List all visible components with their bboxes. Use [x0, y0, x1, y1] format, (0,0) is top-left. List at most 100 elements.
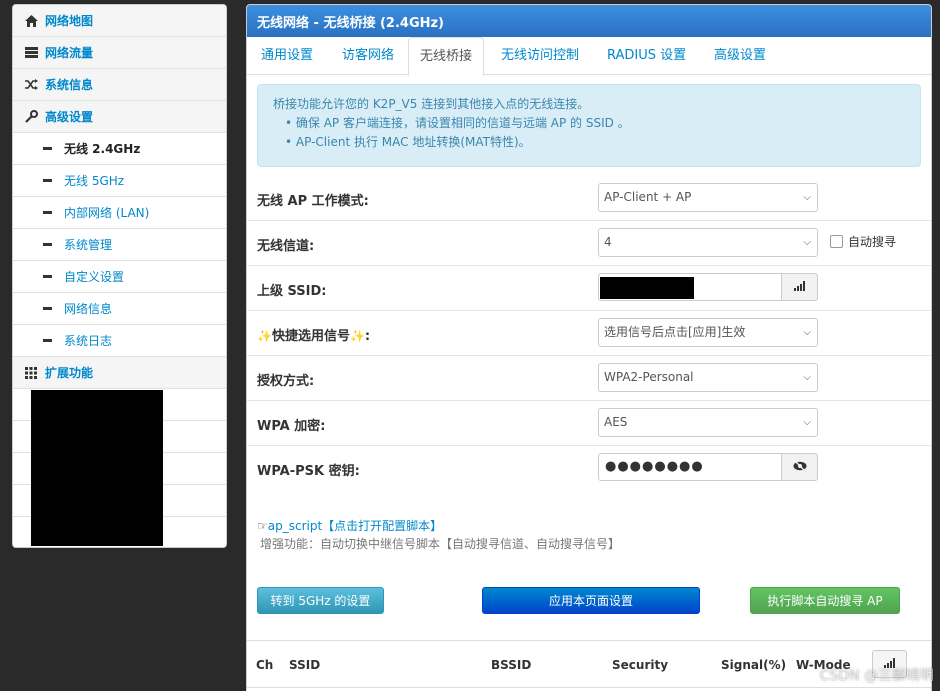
wpa-select-value: AES [604, 415, 628, 429]
psk-label: WPA-PSK 密钥: [257, 464, 360, 479]
info-alert: 桥接功能允许您的 K2P_V5 连接到其他接入点的无线连接。 确保 AP 客户端… [257, 84, 921, 167]
chevron-down-icon: ⌵ [803, 237, 811, 248]
psk-input[interactable]: ●●●●●●●● [598, 453, 782, 481]
panel-title: 无线网络 - 无线桥接 (2.4GHz) [247, 5, 931, 37]
script-description: 增强功能：自动切换中继信号脚本【自动搜寻信道、自动搜寻信号】 [260, 537, 621, 551]
quick-select-label: ✨快捷选用信号✨: [257, 325, 370, 344]
auto-search-checkbox-group: 自动搜寻 [830, 233, 896, 250]
mode-select-value: AP-Client + AP [604, 190, 692, 204]
auth-label: 授权方式: [257, 374, 315, 389]
quick-signal-value: 选用信号后点击[应用]生效 [604, 325, 746, 339]
quick-signal-select[interactable]: 选用信号后点击[应用]生效 ⌵ [598, 318, 818, 347]
sidebar-sub-system-admin[interactable]: 系统管理 [13, 229, 226, 261]
sidebar-item-extensions[interactable]: 扩展功能 [13, 357, 226, 389]
sidebar-sub-label: 自定义设置 [64, 270, 125, 284]
form-row-psk: WPA-PSK 密钥: ●●●●●●●● [247, 446, 931, 491]
dash-icon [43, 339, 52, 342]
mode-label: 无线 AP 工作模式: [257, 194, 369, 209]
sparkle-icon: ✨ [349, 329, 365, 343]
th-bssid: BSSID [491, 658, 532, 672]
sidebar-sub-lan[interactable]: 内部网络 (LAN) [13, 197, 226, 229]
redaction-block [600, 277, 694, 299]
th-security: Security [612, 658, 669, 672]
watermark: CSDN @三鬃晴明 [819, 668, 934, 684]
info-bullet: AP-Client 执行 MAC 地址转换(MAT特性)。 [285, 133, 905, 152]
signal-scan-button[interactable] [781, 273, 818, 301]
tab-bridge[interactable]: 无线桥接 [408, 37, 485, 76]
form-row-quick-select: ✨快捷选用信号✨: 选用信号后点击[应用]生效 ⌵ [247, 311, 931, 356]
sidebar-item-system-info[interactable]: 系统信息 [13, 69, 226, 101]
mode-select[interactable]: AP-Client + AP ⌵ [598, 183, 818, 212]
sidebar-item-label: 扩展功能 [45, 366, 94, 380]
info-bullet: 确保 AP 客户端连接，请设置相同的信道与远端 AP 的 SSID 。 [285, 114, 905, 133]
sidebar-item-label: 网络流量 [45, 46, 94, 60]
sidebar-sub-system-log[interactable]: 系统日志 [13, 325, 226, 357]
sidebar-sub-label: 系统管理 [64, 238, 113, 252]
auto-search-checkbox[interactable] [830, 235, 843, 248]
sidebar-sub-wireless-24[interactable]: 无线 2.4GHz [13, 133, 226, 165]
eye-slash-icon [793, 460, 807, 475]
ap-script-link[interactable]: ap_script【点击打开配置脚本】 [268, 519, 442, 533]
form-row-channel: 无线信道: 4 ⌵ 自动搜寻 [247, 221, 931, 266]
sidebar-sub-wireless-5[interactable]: 无线 5GHz [13, 165, 226, 197]
auto-search-label: 自动搜寻 [848, 235, 897, 249]
sidebar-sub-label: 内部网络 (LAN) [64, 206, 150, 220]
chevron-down-icon: ⌵ [803, 327, 811, 338]
quick-select-colon: : [364, 329, 371, 344]
sidebar-sub-label: 网络信息 [64, 302, 113, 316]
chevron-down-icon: ⌵ [803, 192, 811, 203]
form-row-wpa: WPA 加密: AES ⌵ [247, 401, 931, 446]
shuffle-icon [23, 78, 39, 92]
wrench-icon [23, 110, 39, 124]
apply-button[interactable]: 应用本页面设置 [482, 587, 700, 614]
sidebar-item-traffic[interactable]: 网络流量 [13, 37, 226, 69]
run-script-button[interactable]: 执行脚本自动搜寻 AP [750, 587, 900, 614]
dash-icon [43, 307, 52, 310]
tab-radius[interactable]: RADIUS 设置 [604, 37, 689, 75]
channel-select[interactable]: 4 ⌵ [598, 228, 818, 257]
channel-label: 无线信道: [257, 239, 315, 254]
sidebar-item-network-map[interactable]: 网络地图 [13, 5, 226, 37]
tab-bar: 通用设置 访客网络 无线桥接 无线访问控制 RADIUS 设置 高级设置 [247, 37, 931, 76]
quick-select-text: 快捷选用信号 [271, 329, 350, 344]
sidebar-item-label: 高级设置 [45, 110, 94, 124]
wpa-select[interactable]: AES ⌵ [598, 408, 818, 437]
tab-general[interactable]: 通用设置 [258, 37, 316, 75]
sidebar-item-label: 系统信息 [45, 78, 94, 92]
tab-guest[interactable]: 访客网络 [339, 37, 397, 75]
sidebar-sub-label: 系统日志 [64, 334, 113, 348]
signal-bars-icon [794, 280, 805, 295]
sidebar-sub-label: 无线 2.4GHz [64, 142, 141, 156]
dash-icon [43, 275, 52, 278]
auth-select-value: WPA2-Personal [604, 370, 694, 384]
tab-access-control[interactable]: 无线访问控制 [498, 37, 582, 75]
sidebar-sub-label: 无线 5GHz [64, 174, 125, 188]
sidebar-nav: 网络地图 网络流量 系统信息 高级设置 无线 2.4GHz 无线 5GHz 内部… [12, 4, 227, 548]
redaction-block [31, 390, 163, 546]
home-icon [23, 14, 39, 28]
dash-icon [43, 179, 52, 182]
form-row-ssid: 上级 SSID: [247, 266, 931, 311]
sidebar-sub-custom[interactable]: 自定义设置 [13, 261, 226, 293]
toggle-password-button[interactable] [781, 453, 818, 481]
dash-icon [43, 243, 52, 246]
sidebar-item-label: 网络地图 [45, 14, 94, 28]
list-icon [23, 46, 39, 60]
ssid-label: 上级 SSID: [257, 284, 327, 299]
script-line: ☞ap_script【点击打开配置脚本】 [257, 517, 442, 534]
goto-5ghz-button[interactable]: 转到 5GHz 的设置 [257, 587, 384, 614]
sidebar-item-advanced[interactable]: 高级设置 [13, 101, 226, 133]
form-row-auth: 授权方式: WPA2-Personal ⌵ [247, 356, 931, 401]
auth-select[interactable]: WPA2-Personal ⌵ [598, 363, 818, 392]
th-ssid: SSID [289, 658, 321, 672]
sparkle-icon: ✨ [257, 329, 272, 343]
form-row-mode: 无线 AP 工作模式: AP-Client + AP ⌵ [247, 176, 931, 221]
th-ch: Ch [256, 658, 274, 672]
chevron-down-icon: ⌵ [803, 417, 811, 428]
grid-icon [23, 366, 39, 380]
hand-pointer-icon: ☞ [257, 519, 268, 533]
dash-icon [43, 211, 52, 214]
sidebar-sub-network-info[interactable]: 网络信息 [13, 293, 226, 325]
channel-select-value: 4 [604, 235, 612, 249]
tab-advanced[interactable]: 高级设置 [711, 37, 769, 75]
